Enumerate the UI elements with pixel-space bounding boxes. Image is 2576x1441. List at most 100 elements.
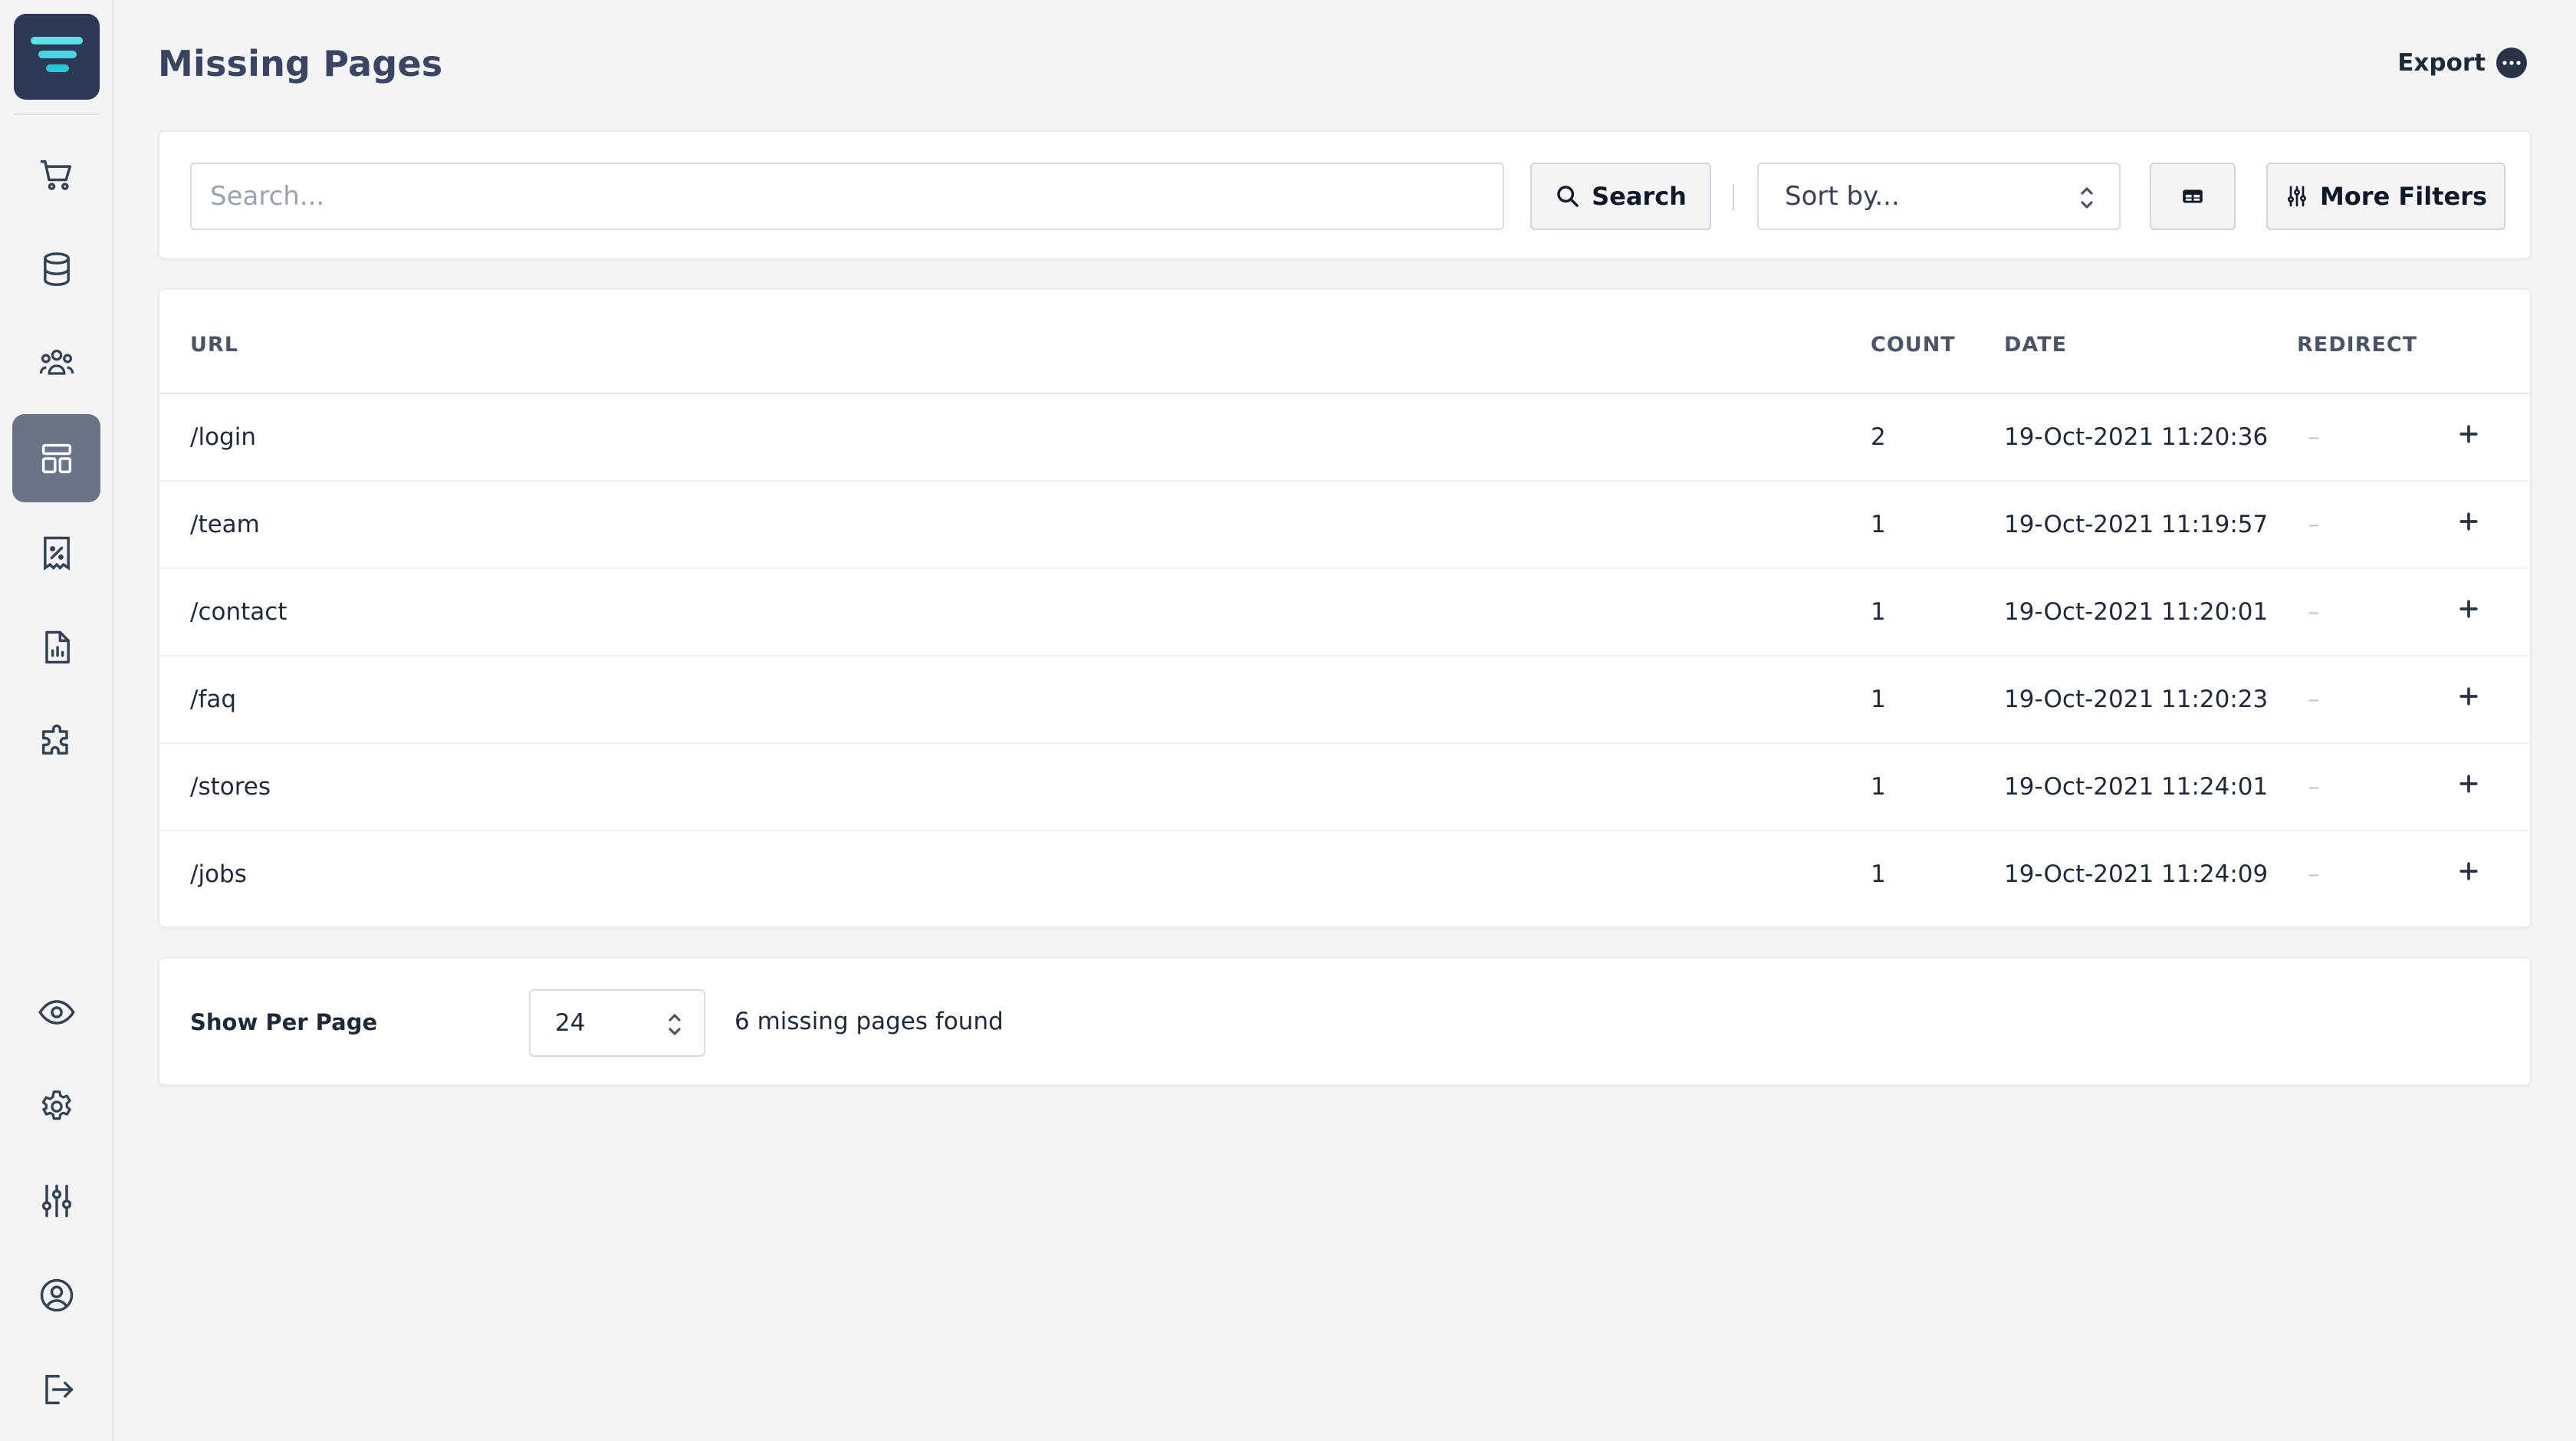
column-header-count[interactable]: COUNT: [1871, 333, 1956, 357]
sidebar-item-account[interactable]: [12, 1251, 100, 1339]
export-label: Export: [2397, 49, 2486, 77]
row-date: 19-Oct-2021 11:20:01: [2004, 598, 2269, 626]
table-row[interactable]: /login 2 19-Oct-2021 11:20:36 –: [159, 394, 2530, 482]
sidebar-item-content[interactable]: [12, 414, 100, 502]
row-count: 1: [1871, 860, 1886, 888]
table-row[interactable]: /jobs 1 19-Oct-2021 11:24:09 –: [159, 831, 2530, 919]
missing-pages-table: URL COUNT DATE REDIRECT /login 2 19-Oct-…: [158, 288, 2532, 928]
report-icon: [44, 630, 70, 663]
row-date: 19-Oct-2021 11:20:36: [2004, 423, 2269, 451]
add-redirect-button[interactable]: [2452, 767, 2486, 801]
row-count: 1: [1871, 773, 1886, 801]
table-header: URL COUNT DATE REDIRECT: [159, 290, 2530, 394]
row-url: /jobs: [190, 860, 247, 888]
per-page-value: 24: [555, 1009, 586, 1037]
chevron-up-down-icon: [669, 1014, 681, 1035]
row-count: 1: [1871, 511, 1886, 538]
plus-icon: [2459, 512, 2478, 531]
cart-icon: [40, 160, 71, 190]
layout-icon: [41, 443, 71, 473]
row-redirect: –: [2308, 423, 2320, 451]
column-header-url[interactable]: URL: [190, 333, 238, 357]
column-header-date[interactable]: DATE: [2004, 333, 2067, 357]
toolbar-divider: [1733, 184, 1734, 210]
sidebar-item-settings[interactable]: [12, 1062, 100, 1150]
sidebar-item-orders[interactable]: [12, 130, 100, 219]
sidebar-item-logout[interactable]: [12, 1345, 100, 1433]
row-redirect: –: [2308, 860, 2320, 888]
results-count: 6 missing pages found: [734, 1008, 1004, 1035]
database-icon: [43, 252, 70, 286]
search-input[interactable]: [190, 163, 1504, 230]
search-button[interactable]: Search: [1530, 163, 1711, 230]
eye-icon: [38, 999, 75, 1025]
search-button-label: Search: [1592, 182, 1687, 211]
page-title: Missing Pages: [158, 43, 443, 84]
filter-sliders-icon: [2287, 186, 2306, 207]
table-row[interactable]: /contact 1 19-Oct-2021 11:20:01 –: [159, 569, 2530, 656]
plus-icon: [2459, 775, 2478, 793]
sort-select-value: Sort by...: [1785, 181, 1900, 212]
row-url: /faq: [190, 686, 237, 713]
row-url: /stores: [190, 773, 271, 801]
row-date: 19-Oct-2021 11:24:09: [2004, 860, 2269, 888]
plus-icon: [2459, 687, 2478, 706]
row-url: /contact: [190, 598, 288, 626]
row-redirect: –: [2308, 511, 2320, 538]
row-date: 19-Oct-2021 11:19:57: [2004, 511, 2269, 538]
add-redirect-button[interactable]: [2452, 505, 2486, 538]
pagination-bar: Show Per Page 24 6 missing pages found: [158, 957, 2532, 1086]
discount-receipt-icon: [43, 536, 70, 571]
sidebar-item-extensions[interactable]: [12, 697, 100, 785]
row-count: 1: [1871, 598, 1886, 626]
logo-icon: [31, 37, 83, 72]
gear-icon: [41, 1090, 71, 1120]
sidebar-item-customers[interactable]: [12, 319, 100, 407]
more-filters-button[interactable]: More Filters: [2266, 163, 2505, 230]
sidebar-item-view-store[interactable]: [12, 968, 100, 1056]
row-count: 2: [1871, 423, 1886, 451]
row-redirect: –: [2308, 773, 2320, 801]
per-page-select[interactable]: 24: [529, 989, 705, 1057]
column-header-redirect[interactable]: REDIRECT: [2297, 333, 2417, 357]
chevron-up-down-icon: [2081, 187, 2093, 209]
search-icon: [1557, 186, 1579, 207]
add-redirect-button[interactable]: [2452, 417, 2486, 451]
sidebar-divider: [14, 114, 100, 115]
app-logo[interactable]: [14, 14, 100, 100]
row-count: 1: [1871, 686, 1886, 713]
add-redirect-button[interactable]: [2452, 854, 2486, 888]
add-redirect-button[interactable]: [2452, 679, 2486, 713]
row-url: /login: [190, 423, 256, 451]
per-page-label: Show Per Page: [190, 1009, 378, 1035]
row-date: 19-Oct-2021 11:20:23: [2004, 686, 2269, 713]
row-date: 19-Oct-2021 11:24:01: [2004, 773, 2269, 801]
row-redirect: –: [2308, 686, 2320, 713]
plus-icon: [2459, 862, 2478, 880]
sidebar-item-discounts[interactable]: [12, 508, 100, 597]
table-row[interactable]: /faq 1 19-Oct-2021 11:20:23 –: [159, 656, 2530, 744]
logout-icon: [44, 1374, 73, 1404]
row-url: /team: [190, 511, 260, 538]
table-columns-icon: [2183, 189, 2203, 203]
export-button[interactable]: Export: [2397, 48, 2527, 78]
table-row[interactable]: /stores 1 19-Oct-2021 11:24:01 –: [159, 744, 2530, 831]
plus-icon: [2459, 425, 2478, 443]
puzzle-icon: [41, 724, 68, 755]
column-toggle-button[interactable]: [2150, 163, 2236, 230]
sidebar-item-preferences[interactable]: [12, 1156, 100, 1245]
filter-bar: Search Sort by... More Filters: [158, 130, 2532, 259]
plus-icon: [2459, 600, 2478, 618]
more-options-icon: [2496, 48, 2527, 78]
users-icon: [39, 349, 74, 375]
table-row[interactable]: /team 1 19-Oct-2021 11:19:57 –: [159, 482, 2530, 569]
add-redirect-button[interactable]: [2452, 592, 2486, 626]
sidebar-item-database[interactable]: [12, 225, 100, 313]
sort-select[interactable]: Sort by...: [1757, 163, 2121, 230]
sidebar-item-reports[interactable]: [12, 603, 100, 691]
user-circle-icon: [40, 1278, 73, 1311]
more-filters-label: More Filters: [2319, 182, 2488, 211]
sidebar: [0, 0, 113, 1441]
sliders-icon: [41, 1184, 71, 1217]
row-redirect: –: [2308, 598, 2320, 626]
